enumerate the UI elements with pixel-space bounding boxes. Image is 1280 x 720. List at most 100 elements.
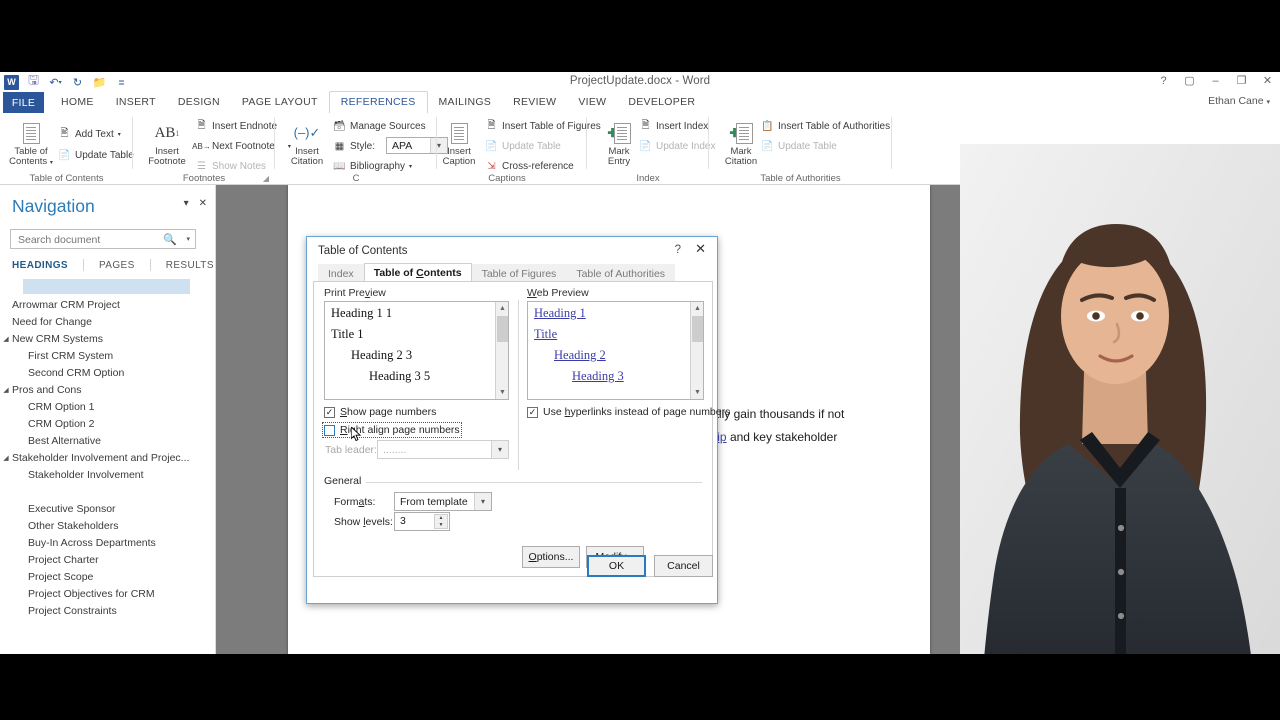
tab-leader-combobox[interactable]: ........ ▾ bbox=[377, 440, 509, 459]
nav-tab-headings[interactable]: HEADINGS bbox=[12, 260, 83, 271]
nav-heading-item[interactable]: Project Objectives for CRM bbox=[0, 585, 215, 602]
nav-heading-item[interactable]: Best Alternative bbox=[0, 432, 215, 449]
update-index-button[interactable]: 📄 Update Index bbox=[639, 139, 715, 154]
expand-collapse-triangle-icon[interactable]: ◢ bbox=[0, 335, 12, 343]
search-options-chevron-icon[interactable]: ▾ bbox=[186, 235, 190, 243]
insert-table-of-figures-button[interactable]: 🗎 Insert Table of Figures bbox=[485, 119, 600, 134]
tab-page-layout[interactable]: PAGE LAYOUT bbox=[231, 92, 329, 113]
tab-mailings[interactable]: MAILINGS bbox=[428, 92, 503, 113]
tab-developer[interactable]: DEVELOPER bbox=[617, 92, 706, 113]
chevron-down-icon[interactable]: ▾ bbox=[474, 493, 491, 510]
tab-references[interactable]: REFERENCES bbox=[328, 91, 428, 113]
nav-heading-item[interactable] bbox=[0, 483, 215, 500]
bibliography-button[interactable]: 📖 Bibliography ▾ bbox=[333, 159, 412, 174]
formats-combobox[interactable]: From template ▾ bbox=[394, 492, 492, 511]
navigation-pane-close-icon[interactable]: ✕ bbox=[199, 198, 207, 209]
tab-file[interactable]: FILE bbox=[3, 92, 44, 113]
nav-heading-item[interactable]: Other Stakeholders bbox=[0, 517, 215, 534]
web-preview-item-1[interactable]: Heading 1 bbox=[534, 306, 586, 321]
chevron-down-icon[interactable]: ▾ bbox=[491, 441, 508, 458]
print-preview-box[interactable]: Heading 1 1 Title 1 Heading 2 3 Heading … bbox=[324, 301, 509, 400]
nav-heading-item[interactable]: CRM Option 2 bbox=[0, 415, 215, 432]
ok-button[interactable]: OK bbox=[587, 555, 646, 577]
expand-collapse-triangle-icon[interactable]: ◢ bbox=[0, 386, 12, 394]
nav-heading-item[interactable]: Project Charter bbox=[0, 551, 215, 568]
insert-footnote-button[interactable]: AB 1 Insert Footnote bbox=[139, 119, 195, 167]
checkbox-box[interactable]: ✓ bbox=[324, 406, 335, 418]
print-preview-scrollbar[interactable]: ▲ ▼ bbox=[495, 302, 508, 399]
insert-endnote-button[interactable]: 🗎 Insert Endnote bbox=[195, 119, 277, 134]
scroll-down-icon[interactable]: ▼ bbox=[496, 386, 508, 399]
bibliography-chevron-icon[interactable]: ▾ bbox=[409, 163, 412, 170]
table-of-contents-button[interactable]: Table of Contents ▾ bbox=[3, 119, 59, 168]
scrollbar-thumb[interactable] bbox=[497, 316, 508, 342]
add-text-chevron-icon[interactable]: ▾ bbox=[118, 131, 121, 138]
dialog-tab-table-of-figures[interactable]: Table of Figures bbox=[471, 264, 567, 282]
manage-sources-button[interactable]: 🗃 Manage Sources bbox=[333, 119, 425, 134]
user-menu-chevron-icon[interactable]: ▾ bbox=[1266, 99, 1270, 106]
use-hyperlinks-checkbox[interactable]: ✓ Use hyperlinks instead of page numbers bbox=[527, 406, 730, 418]
nav-heading-item[interactable]: Arrowmar CRM Project bbox=[0, 296, 215, 313]
show-notes-button[interactable]: ☰ Show Notes bbox=[195, 159, 266, 174]
cross-reference-button[interactable]: ⇲ Cross-reference bbox=[485, 159, 573, 174]
scroll-up-icon[interactable]: ▲ bbox=[691, 302, 703, 315]
insert-citation-button[interactable]: (–)✓ Insert Citation bbox=[279, 119, 335, 167]
web-preview-item-3[interactable]: Heading 2 bbox=[554, 348, 606, 363]
help-button[interactable]: ? bbox=[1157, 75, 1170, 87]
user-account-name[interactable]: Ethan Cane ▾ bbox=[1208, 95, 1270, 107]
spinner-buttons[interactable]: ▲ ▼ bbox=[434, 514, 448, 529]
dialog-tab-table-of-authorities[interactable]: Table of Authorities bbox=[566, 264, 676, 282]
update-table-figures-button[interactable]: 📄 Update Table bbox=[485, 139, 560, 154]
insert-index-button[interactable]: 🗎 Insert Index bbox=[639, 119, 708, 134]
dialog-help-icon[interactable]: ? bbox=[675, 244, 681, 256]
nav-heading-item[interactable]: Stakeholder Involvement bbox=[0, 466, 215, 483]
web-preview-box[interactable]: Heading 1 Title Heading 2 Heading 3 ▲ ▼ bbox=[527, 301, 704, 400]
tab-design[interactable]: DESIGN bbox=[167, 92, 231, 113]
restore-button[interactable]: ❐ bbox=[1235, 74, 1248, 87]
show-levels-spinner[interactable]: 3 ▲ ▼ bbox=[394, 512, 450, 531]
heading-selected-highlight[interactable] bbox=[23, 279, 190, 294]
scroll-down-icon[interactable]: ▼ bbox=[691, 386, 703, 399]
tab-view[interactable]: VIEW bbox=[567, 92, 617, 113]
web-preview-item-4[interactable]: Heading 3 bbox=[572, 369, 624, 384]
dialog-tab-index[interactable]: Index bbox=[318, 264, 364, 282]
tab-review[interactable]: REVIEW bbox=[502, 92, 567, 113]
navigation-pane-menu-icon[interactable]: ▾ bbox=[184, 198, 189, 209]
nav-heading-item[interactable]: Project Constraints bbox=[0, 602, 215, 619]
spinner-down-icon[interactable]: ▼ bbox=[435, 522, 447, 529]
update-table-authorities-button[interactable]: 📄 Update Table bbox=[761, 139, 836, 154]
search-box[interactable]: 🔍 ▾ bbox=[10, 229, 196, 249]
tab-home[interactable]: HOME bbox=[50, 92, 105, 113]
scroll-up-icon[interactable]: ▲ bbox=[496, 302, 508, 315]
dialog-close-icon[interactable]: ✕ bbox=[695, 242, 706, 256]
search-input[interactable] bbox=[16, 231, 166, 249]
footnotes-dialog-launcher[interactable]: ◢ bbox=[263, 174, 269, 183]
dialog-tab-table-of-contents[interactable]: Table of Contents bbox=[363, 263, 472, 282]
expand-collapse-triangle-icon[interactable]: ◢ bbox=[0, 454, 12, 462]
web-preview-scrollbar[interactable]: ▲ ▼ bbox=[690, 302, 703, 399]
nav-heading-item[interactable]: Need for Change bbox=[0, 313, 215, 330]
nav-heading-item[interactable]: CRM Option 1 bbox=[0, 398, 215, 415]
nav-heading-item[interactable]: ◢ Pros and Cons bbox=[0, 381, 215, 398]
nav-heading-item[interactable]: ◢ Stakeholder Involvement and Projec... bbox=[0, 449, 215, 466]
checkbox-box[interactable] bbox=[324, 424, 335, 436]
update-table-toc-button[interactable]: 📄 Update Table bbox=[58, 148, 133, 163]
web-preview-item-2[interactable]: Title bbox=[534, 327, 557, 342]
minimize-button[interactable]: – bbox=[1209, 75, 1222, 87]
cancel-button[interactable]: Cancel bbox=[654, 555, 713, 577]
scrollbar-thumb[interactable] bbox=[692, 316, 703, 342]
nav-heading-item[interactable]: First CRM System bbox=[0, 347, 215, 364]
nav-heading-item[interactable]: Second CRM Option bbox=[0, 364, 215, 381]
search-icon[interactable]: 🔍 bbox=[163, 233, 177, 246]
options-button[interactable]: Options... bbox=[522, 546, 580, 568]
show-page-numbers-checkbox[interactable]: ✓ Show page numbers bbox=[324, 406, 436, 418]
nav-heading-item[interactable]: Executive Sponsor bbox=[0, 500, 215, 517]
add-text-button[interactable]: 🖹 Add Text ▾ bbox=[58, 127, 121, 142]
nav-tab-pages[interactable]: PAGES bbox=[99, 260, 150, 271]
close-button[interactable]: ✕ bbox=[1261, 74, 1274, 87]
checkbox-box[interactable]: ✓ bbox=[527, 406, 538, 418]
tab-insert[interactable]: INSERT bbox=[105, 92, 167, 113]
nav-heading-item[interactable]: Buy-In Across Departments bbox=[0, 534, 215, 551]
right-align-page-numbers-checkbox[interactable]: Right align page numbers bbox=[322, 422, 462, 438]
nav-heading-item[interactable]: ◢ New CRM Systems bbox=[0, 330, 215, 347]
